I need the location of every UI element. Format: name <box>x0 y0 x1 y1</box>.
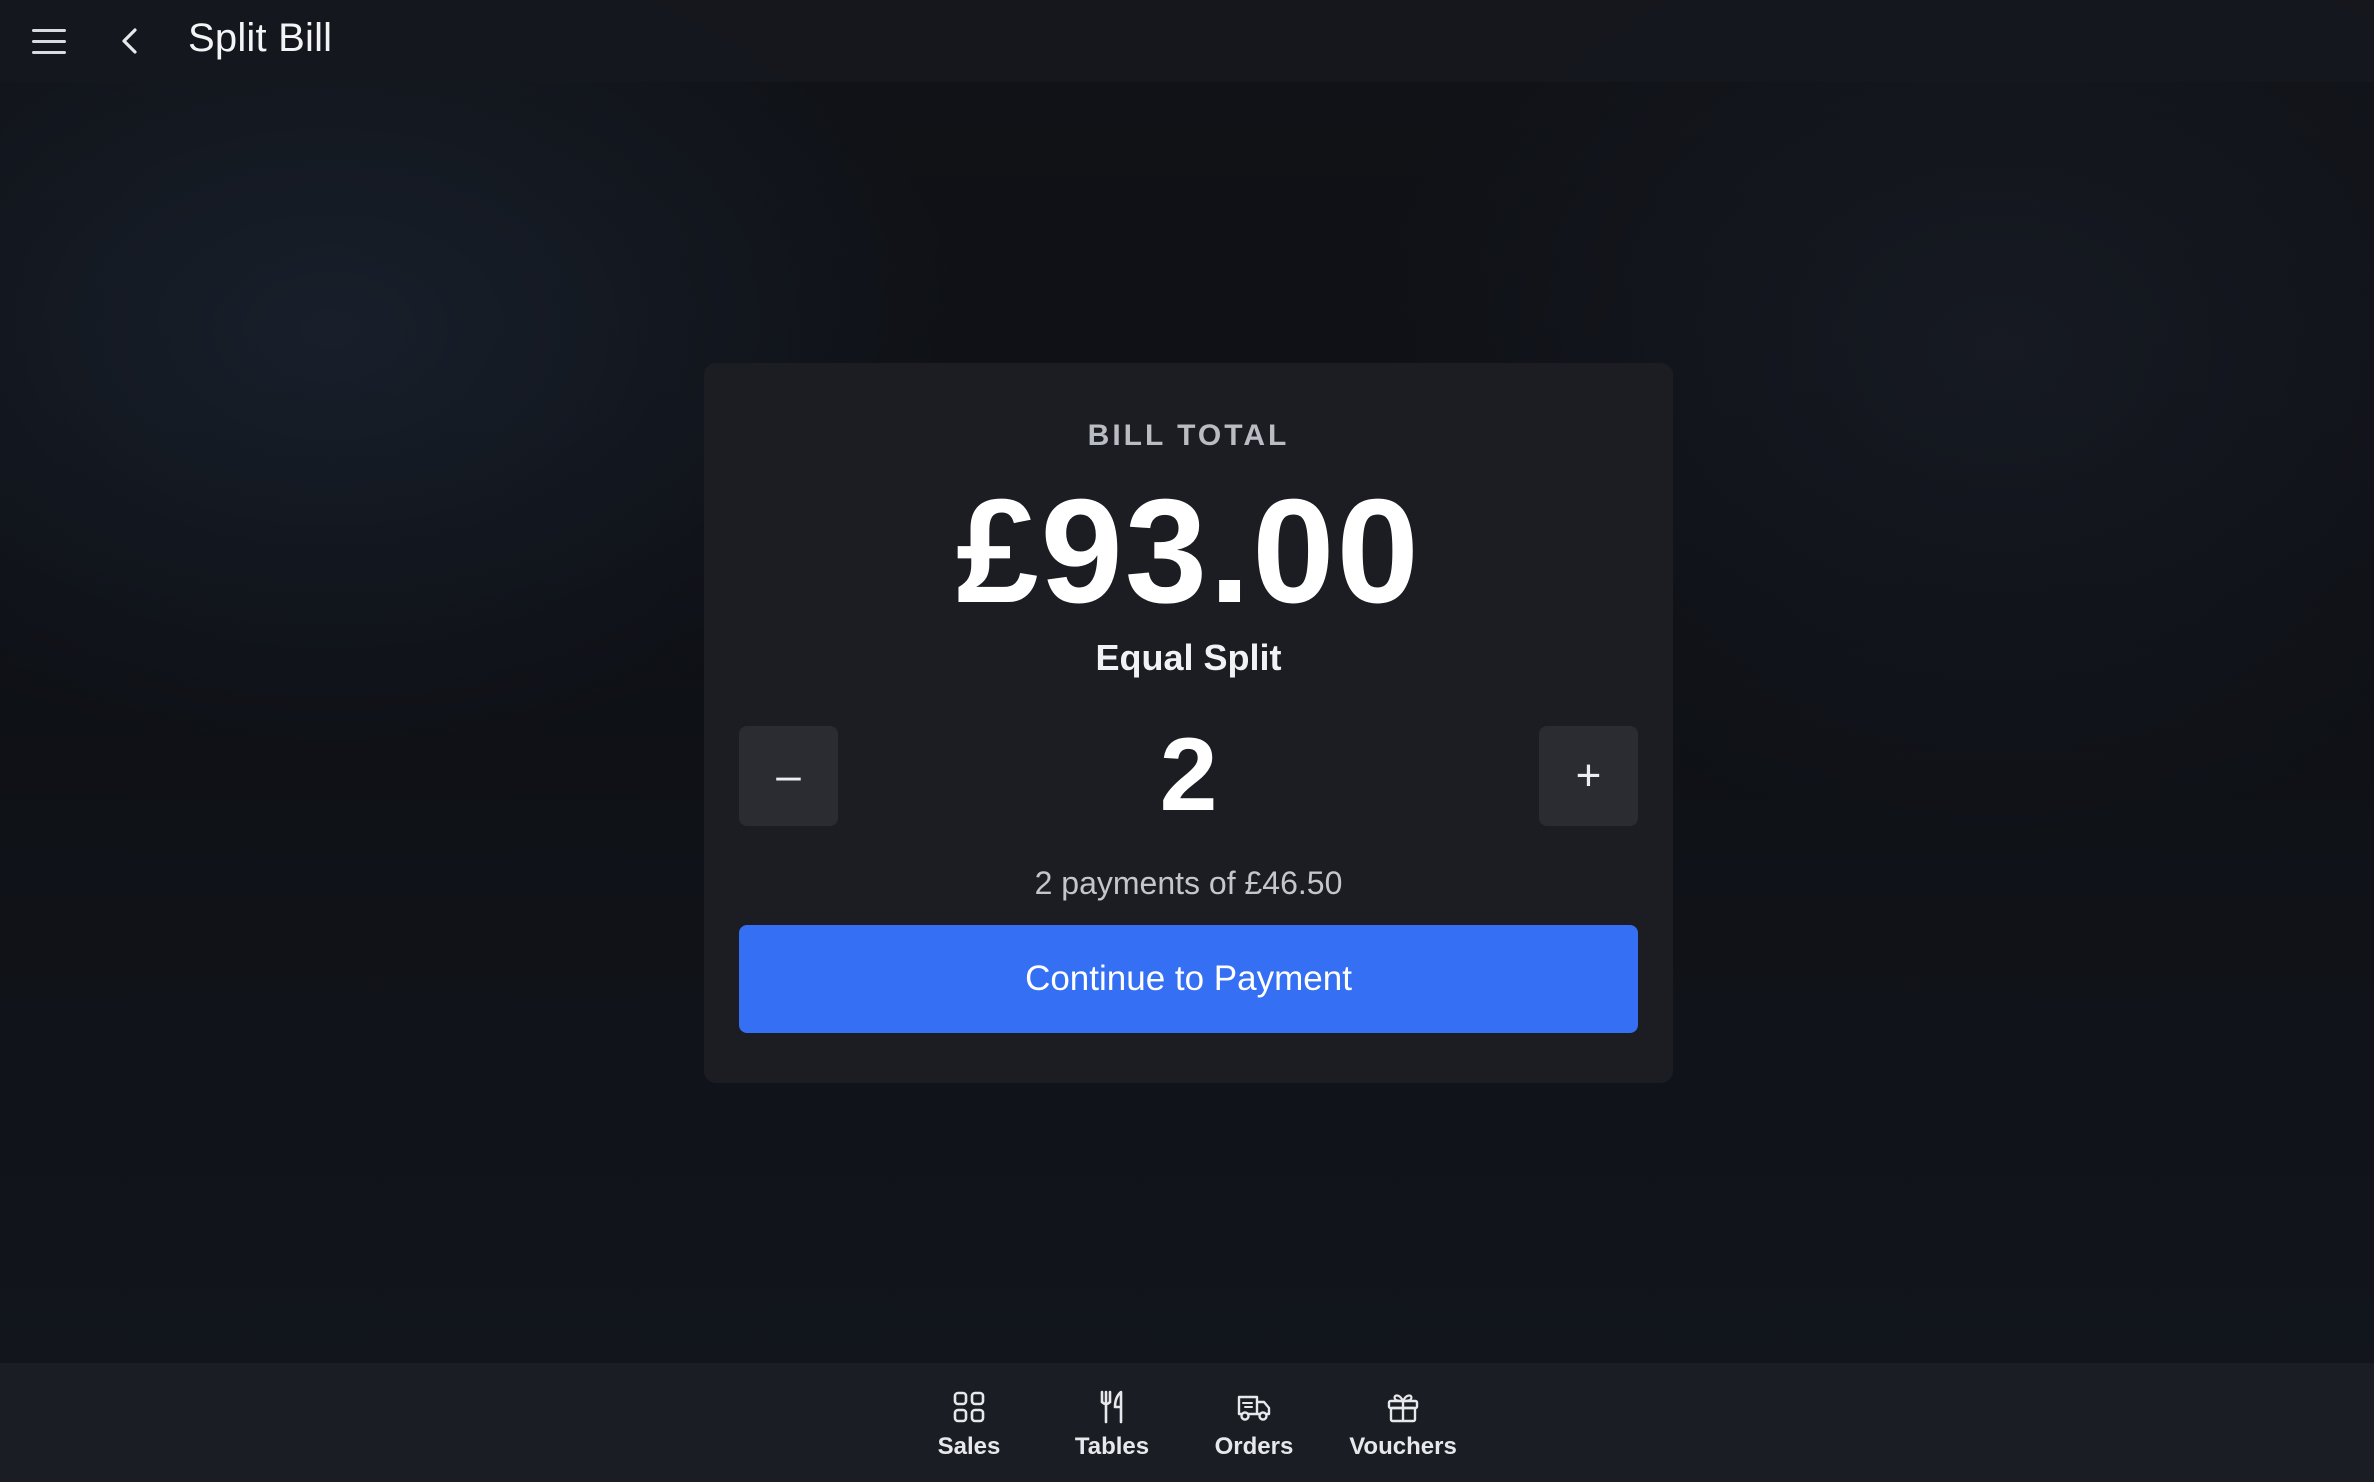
split-count-value: 2 <box>1159 717 1218 833</box>
split-bill-screen: Split Bill BILL TOTAL £93.00 Equal Split… <box>0 0 2374 1482</box>
nav-item-vouchers[interactable]: Vouchers <box>1333 1389 1473 1469</box>
payment-summary: 2 payments of £46.50 <box>1034 865 1343 901</box>
cutlery-icon <box>1100 1390 1123 1424</box>
nav-label-sales: Sales <box>937 1433 1001 1460</box>
gift-icon <box>1387 1394 1419 1423</box>
nav-item-orders[interactable]: Orders <box>1184 1389 1324 1469</box>
bottom-navigation: Sales Tables Orders Vouchers <box>0 1363 2374 1482</box>
bill-split-card: BILL TOTAL £93.00 Equal Split – 2 + 2 pa… <box>704 363 1673 1083</box>
grid-icon <box>953 1391 985 1423</box>
delivery-truck-icon <box>1237 1395 1271 1421</box>
nav-label-vouchers: Vouchers <box>1349 1433 1457 1460</box>
split-mode-label: Equal Split <box>1095 637 1282 678</box>
chevron-left-icon[interactable] <box>110 20 150 62</box>
nav-label-tables: Tables <box>1074 1433 1150 1460</box>
page-title: Split Bill <box>188 16 333 60</box>
plus-icon: + <box>1575 751 1602 800</box>
hamburger-menu-icon[interactable] <box>26 20 72 62</box>
nav-item-sales[interactable]: Sales <box>899 1389 1039 1469</box>
top-bar: Split Bill <box>0 0 2374 82</box>
nav-item-tables[interactable]: Tables <box>1042 1389 1182 1469</box>
increase-split-button[interactable]: + <box>1539 726 1638 826</box>
bill-total-label: BILL TOTAL <box>1087 419 1290 452</box>
nav-label-orders: Orders <box>1214 1433 1294 1460</box>
continue-to-payment-button[interactable]: Continue to Payment <box>739 925 1638 1033</box>
bill-total-amount: £93.00 <box>956 469 1421 634</box>
